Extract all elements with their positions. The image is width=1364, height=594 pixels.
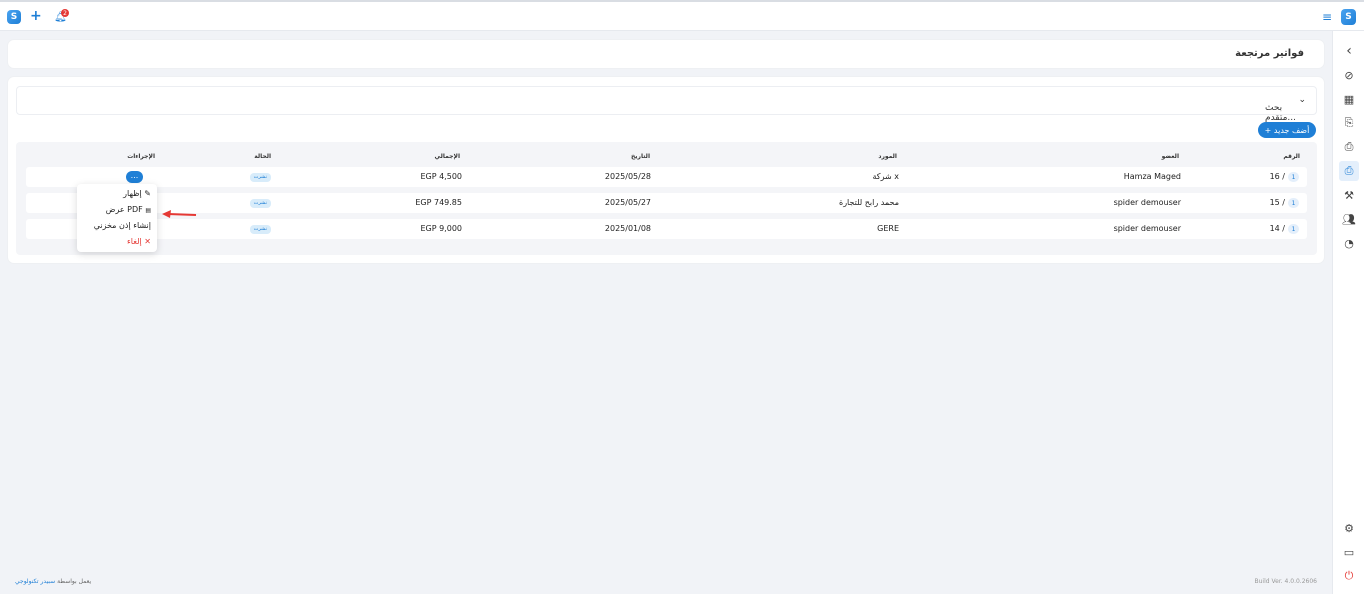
- status-badge: نشرت: [249, 173, 271, 182]
- actions-button[interactable]: ...: [126, 171, 143, 183]
- row-total: EGP 4,500: [420, 172, 462, 181]
- row-supplier: محمد رابح للتجارة: [839, 198, 899, 207]
- table-row[interactable]: 1 16 / Hamza Maged شركة x 2025/05/28 EGP…: [26, 167, 1307, 187]
- app-logo[interactable]: S: [7, 10, 21, 24]
- menu-item-warehouse-label: إنشاء إذن مخزني: [93, 221, 151, 230]
- title-card: فواتير مرتجعة: [8, 40, 1324, 68]
- row-member: spider demouser: [1113, 198, 1181, 207]
- footer-build-version: Build Ver. 4.0.0.2606: [1254, 578, 1317, 585]
- top-bar: S + 🔔︎ 2 ≡ S: [0, 0, 1364, 31]
- settings-icon[interactable]: ⚙: [1341, 520, 1357, 536]
- footer-brand-link[interactable]: سبيدر تكنولوجي: [15, 578, 55, 585]
- menu-item-show[interactable]: إظهار ✎: [123, 189, 151, 198]
- table-row[interactable]: 1 14 / spider demouser GERE 2025/01/08 E…: [26, 219, 1307, 239]
- menu-item-cancel-label: إلغاء: [127, 237, 142, 246]
- reports-icon[interactable]: ◔: [1341, 235, 1357, 251]
- notification-count-badge: 2: [61, 9, 69, 17]
- menu-item-pdf-label: عرض PDF: [105, 205, 143, 214]
- row-date: 2025/01/08: [604, 224, 651, 233]
- close-icon: ✕: [144, 237, 151, 246]
- hamburger-icon[interactable]: ≡: [1322, 10, 1332, 24]
- header-supplier[interactable]: المورد: [878, 153, 897, 160]
- row-badge: 1: [1288, 198, 1299, 208]
- sidebar-rail: ‹ ⊘ ▦ ⎘ ⎙ ⎙ ⚒ 👥︎ ◔ ⚙ ▭ ⏻: [1332, 31, 1364, 594]
- row-badge: 1: [1288, 224, 1299, 234]
- invoice-icon[interactable]: ⎘: [1341, 115, 1357, 131]
- footer-powered-label: يعمل بواسطة: [57, 578, 92, 585]
- window-icon[interactable]: ▭: [1341, 544, 1357, 560]
- annotation-arrow-icon: [162, 210, 197, 218]
- app-logo-right[interactable]: S: [1341, 9, 1356, 25]
- add-new-button[interactable]: + أضف جديد: [1258, 122, 1316, 138]
- row-number: 14 /: [1269, 224, 1285, 233]
- returns-icon[interactable]: ⎙: [1341, 139, 1357, 155]
- menu-item-cancel[interactable]: إلغاء ✕: [127, 237, 151, 246]
- advanced-search-label: بحث متقدم... ⌄: [1265, 95, 1306, 123]
- header-total[interactable]: الإجمالي: [435, 153, 460, 160]
- row-member: Hamza Maged: [1123, 172, 1181, 181]
- invoices-table: الرقم العضو المورد التاريخ الإجمالي الحا…: [16, 142, 1317, 255]
- footer-powered-by: يعمل بواسطة سبيدر تكنولوجي: [15, 578, 91, 585]
- header-date[interactable]: التاريخ: [631, 153, 650, 160]
- table-row[interactable]: 1 15 / spider demouser محمد رابح للتجارة…: [26, 193, 1307, 213]
- row-number: 15 /: [1269, 198, 1285, 207]
- document-icon: ▤: [145, 207, 151, 214]
- row-supplier: GERE: [877, 224, 899, 233]
- status-badge: نشرت: [249, 199, 271, 208]
- row-date: 2025/05/28: [604, 172, 651, 181]
- header-status[interactable]: الحالة: [254, 153, 271, 160]
- row-badge: 1: [1288, 172, 1299, 182]
- row-supplier: شركة x: [872, 172, 900, 181]
- row-total: EGP 749.85: [415, 198, 462, 207]
- header-number[interactable]: الرقم: [1283, 153, 1300, 160]
- power-icon[interactable]: ⏻: [1341, 568, 1357, 584]
- pencil-icon: ✎: [144, 189, 151, 198]
- actions-dropdown-menu: إظهار ✎ عرض PDF ▤ إنشاء إذن مخزني إلغاء …: [77, 184, 157, 252]
- menu-item-pdf[interactable]: عرض PDF ▤: [106, 205, 151, 214]
- advanced-search-toggle[interactable]: بحث متقدم... ⌄: [16, 86, 1317, 123]
- tools-icon[interactable]: ⚒: [1341, 187, 1357, 203]
- menu-item-warehouse-permit[interactable]: إنشاء إذن مخزني: [94, 221, 151, 230]
- plus-icon[interactable]: +: [30, 9, 42, 23]
- row-member: spider demouser: [1113, 224, 1181, 233]
- returned-invoice-icon[interactable]: ⎙: [1339, 161, 1359, 181]
- menu-item-show-label: إظهار: [123, 189, 142, 198]
- row-date: 2025/05/27: [604, 198, 651, 207]
- sales-icon[interactable]: ⊘: [1341, 67, 1357, 83]
- row-total: EGP 9,000: [420, 224, 462, 233]
- status-badge: نشرت: [249, 225, 271, 234]
- store-icon[interactable]: ▦: [1341, 91, 1357, 107]
- row-number: 16 /: [1269, 172, 1285, 181]
- header-member[interactable]: العضو: [1162, 153, 1179, 160]
- chevron-left-icon[interactable]: ‹: [1341, 43, 1357, 59]
- header-actions: الإجراءات: [127, 153, 155, 160]
- users-icon[interactable]: 👥︎: [1341, 211, 1357, 227]
- page-title: فواتير مرتجعة: [1235, 48, 1304, 59]
